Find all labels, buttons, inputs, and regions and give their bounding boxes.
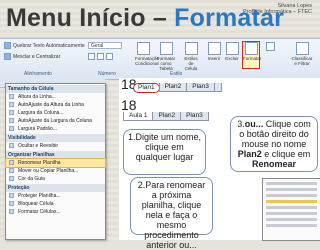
thousands-icon[interactable] — [106, 53, 113, 60]
new-sheet-icon[interactable] — [213, 83, 222, 92]
sort-filter-icon — [295, 42, 309, 55]
callout-step3: 3.ou... Clique com o botão direito do mo… — [230, 116, 318, 172]
cell-styles-icon — [184, 42, 198, 55]
tab-aula1[interactable]: Aula 1 — [123, 112, 154, 121]
sheet-tabs-top: Plan1 Plan2 Plan3 — [133, 83, 222, 93]
cell-styles-button[interactable]: Estilos de Célula — [182, 42, 200, 71]
menu-item-autofit-column[interactable]: AutoAjuste da Largura da Coluna — [6, 117, 105, 125]
tab-plan2[interactable]: Plan2 — [158, 83, 188, 92]
callout-step2: 2.Para renomear a próxima planilha, cliq… — [130, 177, 213, 250]
tab-plan2[interactable]: Plan2 — [152, 112, 182, 121]
tab-plan3[interactable]: Plan3 — [180, 112, 209, 121]
number-buttons — [88, 53, 113, 60]
insert-button[interactable]: Inserir — [206, 42, 222, 61]
group-label-alignment: Alinhamento — [24, 71, 52, 77]
tab-plan1[interactable]: Plan1 — [133, 83, 160, 93]
menu-item-column-width[interactable]: Largura da Coluna... — [6, 109, 105, 117]
menu-section-title: Proteção — [6, 184, 105, 192]
percent-icon[interactable] — [97, 53, 104, 60]
conditional-format-icon — [136, 42, 150, 55]
sort-filter-button[interactable]: Classificar e Filtrar — [290, 42, 314, 66]
menu-item-row-height[interactable]: Altura da Linha... — [6, 93, 105, 101]
menu-item-hide-unhide[interactable]: Ocultar e Reexibir — [6, 142, 105, 150]
menu-item-move-copy[interactable]: Mover ou Copiar Planilha... — [6, 167, 105, 175]
group-label-styles: Estilo — [170, 71, 183, 77]
menu-section-title: Organizar Planilhas — [6, 151, 105, 159]
menu-item-protect-sheet[interactable]: Proteger Planilha... — [6, 192, 105, 200]
format-dropdown-menu: Tamanho da Célula Altura da Linha... Aut… — [5, 83, 106, 240]
merge-center-button[interactable]: Mesclar e Centralizar — [4, 53, 60, 60]
currency-icon[interactable] — [88, 53, 95, 60]
number-format-select[interactable]: Geral — [88, 42, 122, 49]
wrap-text-icon — [4, 42, 11, 49]
context-menu-item[interactable] — [266, 182, 317, 185]
ribbon: Quebrar Texto Automaticamente Mesclar e … — [0, 38, 320, 80]
menu-item-tab-color[interactable]: Cor da Guia — [6, 175, 105, 183]
format-icon — [244, 42, 258, 55]
format-button[interactable]: Formatar — [242, 41, 261, 69]
context-menu-item[interactable] — [266, 188, 317, 191]
conditional-format-button[interactable]: Formatação Condicional — [135, 42, 159, 66]
context-menu-item[interactable] — [266, 224, 317, 227]
context-menu-item[interactable] — [266, 218, 317, 221]
menu-item-autofit-row[interactable]: AutoAjuste da Altura da Linha — [6, 101, 105, 109]
row-number: 18 — [121, 97, 137, 113]
menu-item-format-cells[interactable]: Formatar Células... — [6, 208, 105, 216]
menu-item-rename-sheet[interactable]: Renomear Planilha — [5, 158, 106, 168]
wrap-text-button[interactable]: Quebrar Texto Automaticamente — [4, 42, 85, 49]
insert-icon — [207, 42, 221, 55]
tab-plan3[interactable]: Plan3 — [186, 83, 215, 92]
context-menu-item[interactable] — [266, 194, 317, 197]
context-menu-item[interactable] — [266, 212, 317, 215]
menu-section-title: Visibilidade — [6, 134, 105, 142]
delete-icon — [225, 42, 239, 55]
context-menu-item[interactable] — [266, 206, 317, 209]
group-label-number: Número — [98, 71, 116, 77]
merge-icon — [4, 53, 11, 60]
autosum-buttons — [262, 42, 278, 52]
table-icon — [159, 42, 173, 55]
menu-item-default-width[interactable]: Largura Padrão... — [6, 125, 105, 133]
menu-item-lock-cell[interactable]: Bloquear Célula — [6, 200, 105, 208]
tab-context-menu — [262, 178, 320, 241]
delete-button[interactable]: Excluir — [224, 42, 240, 61]
sum-icon[interactable] — [265, 42, 275, 51]
menu-section-title: Tamanho da Célula — [6, 85, 105, 93]
context-menu-item-rename[interactable] — [266, 200, 317, 203]
sheet-tabs-bottom: Aula 1 Plan2 Plan3 — [123, 112, 209, 121]
author-credit: Silvana Lopes Profª de Informática – FTE… — [243, 3, 312, 15]
callout-step1: 1.Digite um nome, clique em qualquer lug… — [123, 129, 206, 175]
format-table-button[interactable]: Formatar como Tabela — [156, 42, 176, 71]
